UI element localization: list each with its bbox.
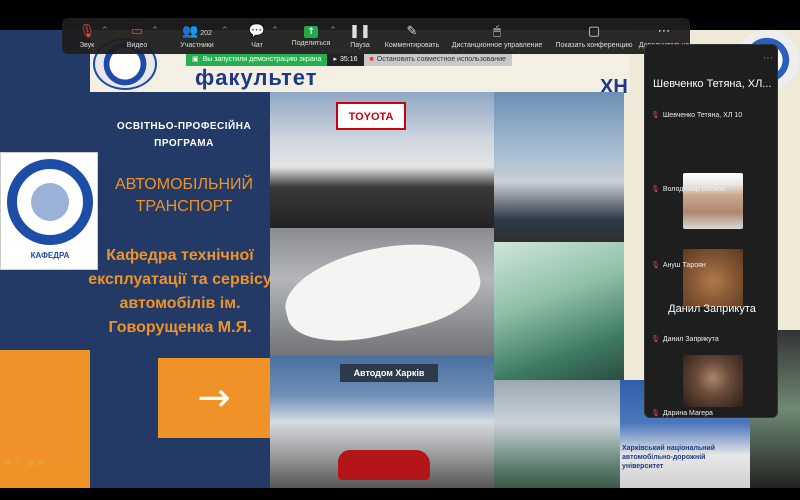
audio-button[interactable]: 🎙 ^ Звук xyxy=(62,18,112,54)
participant-name: Шевченко Тетяна, ХЛ 10 xyxy=(662,111,743,119)
pen-icon[interactable]: ✎ xyxy=(15,458,23,472)
chevron-up-icon[interactable]: ^ xyxy=(330,26,336,34)
participant-big-name: Данил Заприкута xyxy=(668,303,756,315)
share-label: Поделиться xyxy=(291,40,331,47)
car-model-body xyxy=(276,228,488,356)
pause-icon: ❚❚ xyxy=(349,24,371,39)
participant-video[interactable] xyxy=(683,173,743,229)
department-logo: КАФЕДРА xyxy=(0,152,98,270)
participants-button[interactable]: 👥 202 ^ Участники xyxy=(162,18,232,54)
share-timer: ▸ 35:16 xyxy=(327,54,364,66)
participant-video[interactable] xyxy=(683,355,743,407)
share-button[interactable]: ↑ ^ Поделиться xyxy=(282,18,340,54)
photo-toyota-group: TOYOTA xyxy=(270,92,494,228)
participant-tile[interactable]: 🎙 Володимир Волков xyxy=(651,185,725,193)
share-screen-icon: ↑ xyxy=(304,26,318,38)
program-name: АВТОМОБІЛЬНИЙ ТРАНСПОРТ xyxy=(114,176,254,215)
active-speaker-name: Шевченко Тетяна, ХЛ... xyxy=(653,78,772,90)
dealer-sign: Автодом Харків xyxy=(340,364,438,382)
mic-muted-icon: 🎙 xyxy=(651,335,660,343)
chevron-up-icon[interactable]: ^ xyxy=(272,26,278,34)
toyota-sign-text: TOYOTA xyxy=(348,111,394,123)
annotate-label: Комментировать xyxy=(384,42,440,49)
toyota-sign: TOYOTA xyxy=(336,102,406,130)
stop-share-label: Остановить совместное использование xyxy=(376,56,506,63)
sound-icon: ▸ xyxy=(333,56,337,63)
program-label: ОСВІТНЬО-ПРОФЕСІЙНА ПРОГРАМА xyxy=(116,121,252,149)
stop-share-button[interactable]: ■ Остановить совместное использование xyxy=(363,54,512,66)
remote-control-label: Дистанционное управление xyxy=(451,42,543,49)
photo-car-model xyxy=(270,228,494,356)
more-icon: ⋯ xyxy=(657,24,671,39)
next-slide-icon[interactable]: ▶ xyxy=(39,458,46,472)
annotate-icon: ✎ xyxy=(406,24,418,39)
slides-icon[interactable]: ▣ xyxy=(26,458,35,472)
slide-nav: ◀ ✎ ▣ ▶ xyxy=(4,458,46,472)
department-title: Кафедра технічної експлуатації та сервіс… xyxy=(88,247,272,336)
logo-wheel-icon xyxy=(31,183,69,221)
next-arrow-box: → xyxy=(158,358,270,438)
participant-name: Володимир Волков xyxy=(662,185,726,193)
show-meeting-label: Показать конференцию xyxy=(555,42,633,49)
mic-muted-icon: 🎙 xyxy=(651,111,660,119)
remote-control-icon: 🖱 xyxy=(493,24,501,39)
participant-name: Ануш Тароян xyxy=(662,261,706,269)
chevron-up-icon[interactable]: ^ xyxy=(222,26,228,34)
chat-label: Чат xyxy=(251,42,263,49)
photo-showroom xyxy=(494,92,624,242)
participant-tile[interactable]: 🎙 Дарина Магера xyxy=(651,409,713,417)
university-caption: Харківський національний автомобільно-до… xyxy=(622,445,716,470)
mic-muted-icon: 🎙 xyxy=(651,185,660,193)
chevron-up-icon[interactable]: ^ xyxy=(102,26,108,34)
video-button[interactable]: ▭ ^ Видео xyxy=(112,18,162,54)
mic-muted-icon: 🎙 xyxy=(651,409,660,417)
participant-video[interactable] xyxy=(683,249,743,307)
share-notice-text: Вы запустили демонстрацию экрана xyxy=(202,56,322,63)
prev-slide-icon[interactable]: ◀ xyxy=(4,458,11,472)
remote-control-button[interactable]: 🖱 Дистанционное управление xyxy=(444,18,550,54)
participants-icon: 👥 202 xyxy=(182,24,212,39)
department-logo-label: КАФЕДРА xyxy=(30,251,70,260)
participants-label: Участники xyxy=(180,42,214,49)
participant-name: Данил Заприкута xyxy=(662,335,719,343)
red-car xyxy=(338,450,430,480)
chat-button[interactable]: 💬 ^ Чат xyxy=(232,18,282,54)
pause-button[interactable]: ❚❚ Пауза xyxy=(340,18,380,54)
meeting-toolbar: 🎙 ^ Звук ▭ ^ Видео 👥 202 ^ Участники 💬 ^ … xyxy=(62,18,690,54)
chevron-up-icon[interactable]: ^ xyxy=(152,26,158,34)
audio-label: Звук xyxy=(79,42,95,49)
photo-dealership: Автодом Харків xyxy=(270,356,494,488)
faculty-heading: факультет xyxy=(195,65,318,90)
video-muted-icon: ▭ xyxy=(130,24,144,39)
photo-truck xyxy=(494,242,624,380)
panel-more-icon[interactable]: ⋯ xyxy=(763,53,773,64)
participant-tile[interactable]: 🎙 Данил Заприкута xyxy=(651,335,719,343)
arrow-right-icon: → xyxy=(197,375,231,421)
share-status-bar: ▣ Вы запустили демонстрацию экрана ▸ 35:… xyxy=(186,54,574,66)
mic-muted-icon: 🎙 xyxy=(78,24,96,39)
participant-tile[interactable]: 🎙 Ануш Тароян xyxy=(651,261,706,269)
participant-name: Дарина Магера xyxy=(662,409,713,417)
mic-muted-icon: 🎙 xyxy=(651,261,660,269)
participants-panel[interactable]: ⋯ Шевченко Тетяна, ХЛ... 🎙 Шевченко Тетя… xyxy=(644,44,778,418)
participant-tile[interactable]: 🎙 Шевченко Тетяна, ХЛ 10 xyxy=(651,111,742,119)
annotate-button[interactable]: ✎ Комментировать xyxy=(380,18,444,54)
stop-icon: ■ xyxy=(369,56,374,63)
video-label: Видео xyxy=(126,42,148,49)
timer-text: 35:16 xyxy=(340,56,358,63)
participant-count: 202 xyxy=(200,30,212,37)
share-notice: ▣ Вы запустили демонстрацию экрана xyxy=(186,54,328,66)
show-meeting-button[interactable]: ▢ Показать конференцию xyxy=(550,18,638,54)
show-meeting-icon: ▢ xyxy=(587,24,601,39)
chat-icon: 💬 xyxy=(248,24,266,39)
shield-icon: ▣ xyxy=(192,56,199,63)
pause-label: Пауза xyxy=(350,42,370,49)
